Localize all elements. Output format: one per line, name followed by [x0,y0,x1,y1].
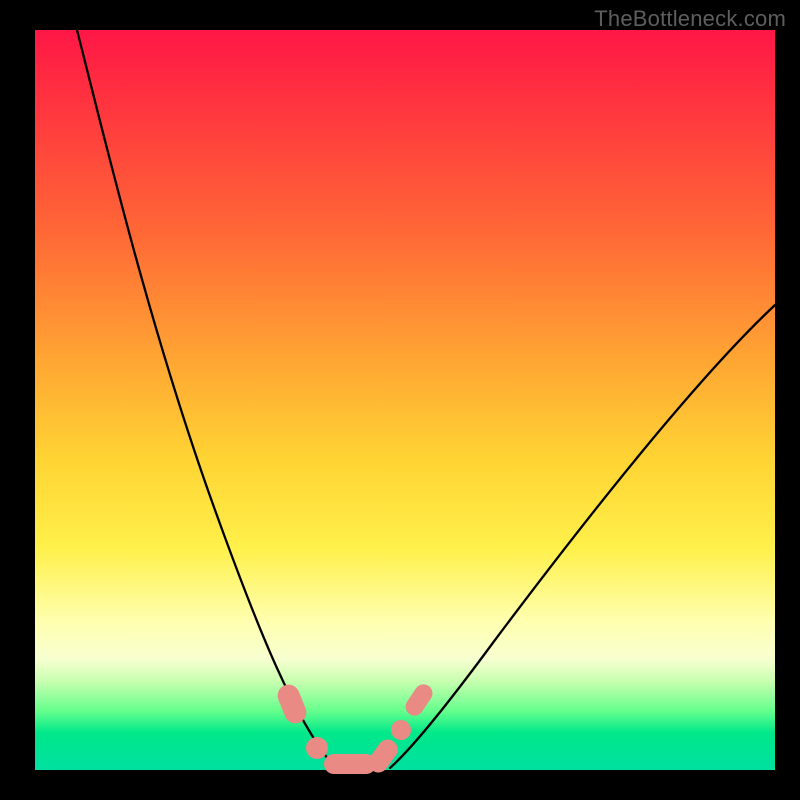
curve-marker [391,720,411,740]
curve-layer [35,30,775,770]
left-curve [77,30,335,768]
plot-area [35,30,775,770]
watermark-text: TheBottleneck.com [594,6,786,32]
outer-frame: TheBottleneck.com [0,0,800,800]
right-curve [390,305,775,768]
curve-marker [306,737,328,759]
